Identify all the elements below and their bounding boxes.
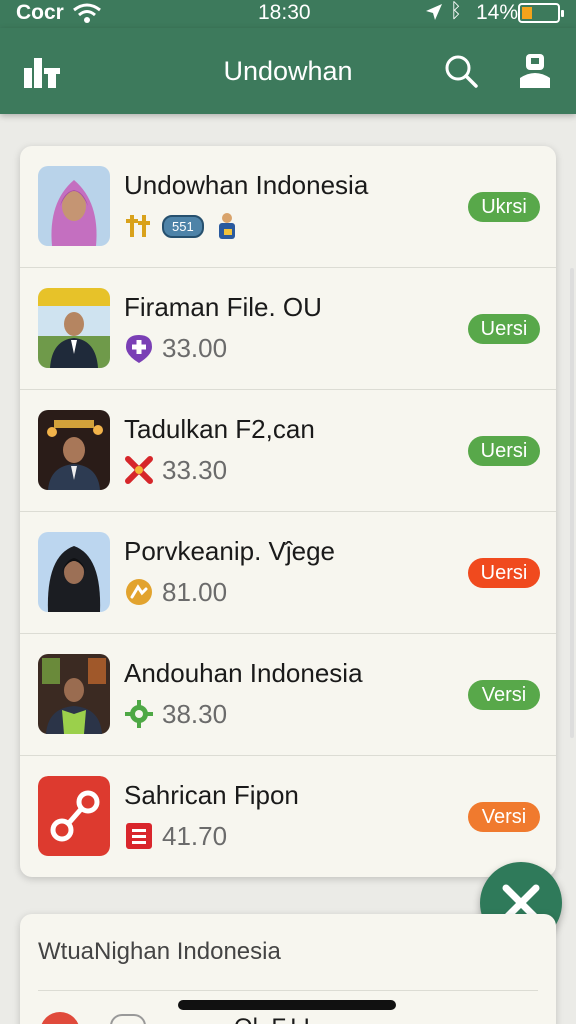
item-value: 41.70 <box>162 820 228 851</box>
person-icon <box>218 213 235 239</box>
avatar <box>38 166 110 246</box>
list-item[interactable]: Sahrican Fipon 41.70 Versi <box>20 756 556 877</box>
battery-icon <box>518 3 564 23</box>
profile-icon[interactable] <box>516 50 554 90</box>
item-meta: 81.00 <box>124 576 227 608</box>
item-title: Undowhan Indonesia <box>124 170 369 200</box>
battery-percent: 14% <box>476 1 519 24</box>
avatar <box>38 288 110 368</box>
app-icon <box>38 776 110 856</box>
meta-tag: 551 <box>162 214 204 238</box>
app-list-card: Undowhan Indonesia 551 Ukrsi Firaman Fil… <box>20 146 556 877</box>
home-indicator[interactable] <box>178 1000 396 1010</box>
item-title: Porvkeanip. Vĵege <box>124 536 336 566</box>
list-item[interactable]: Tadulkan F2,can 33.30 Uersi <box>20 390 556 512</box>
list-item[interactable]: Andouhan Indonesia 38.30 Versi <box>20 634 556 756</box>
cross-icon <box>125 456 153 484</box>
flag-icon <box>40 1012 80 1024</box>
location-icon <box>426 4 442 20</box>
plus-pin-icon <box>126 335 152 363</box>
version-badge[interactable]: Versi <box>468 680 540 710</box>
search-icon[interactable] <box>442 52 480 90</box>
item-title: Andouhan Indonesia <box>124 658 363 688</box>
avatar <box>38 410 110 490</box>
avatar <box>38 532 110 612</box>
secondary-card-title: WtuaNighan Indonesia <box>38 938 281 965</box>
divider <box>38 990 538 991</box>
clock: 18:30 <box>258 1 311 24</box>
item-meta: 38.30 <box>124 698 227 730</box>
item-title: Tadulkan F2,can <box>124 414 315 444</box>
version-badge[interactable]: Ukrsi <box>468 192 540 222</box>
avatar <box>38 654 110 734</box>
item-meta: 33.00 <box>124 332 227 364</box>
app-title: Undowhan <box>223 56 353 86</box>
item-title: Sahrican Fipon <box>124 780 299 810</box>
item-meta: 33.30 <box>124 454 227 486</box>
item-value: 81.00 <box>162 576 228 607</box>
version-badge[interactable]: Versi <box>468 802 540 832</box>
carrier-label: Cocr <box>16 1 64 24</box>
wifi-icon <box>73 3 101 23</box>
heart-icon[interactable] <box>110 1014 146 1024</box>
item-value: 33.30 <box>162 454 228 485</box>
status-bar: Cocr 18:30 ᛒ 14% <box>0 0 576 28</box>
battery-fill <box>522 7 532 19</box>
tools-icon <box>126 215 150 237</box>
item-title: Firaman File. OU <box>124 292 322 322</box>
document-icon <box>126 823 152 849</box>
item-value: 33.00 <box>162 332 228 363</box>
coin-icon <box>126 579 152 605</box>
version-badge[interactable]: Uersi <box>468 436 540 466</box>
list-item[interactable]: Porvkeanip. Vĵege 81.00 Uersi <box>20 512 556 634</box>
version-badge[interactable]: Uersi <box>468 558 540 588</box>
gear-icon <box>125 700 153 728</box>
app-bar: Undowhan <box>0 28 576 114</box>
list-item[interactable]: Firaman File. OU 33.00 Uersi <box>20 268 556 390</box>
secondary-card-text: Ol. F.I.I. <box>234 1014 317 1024</box>
item-meta: 41.70 <box>124 820 227 852</box>
bluetooth-icon: ᛒ <box>450 0 462 22</box>
scroll-indicator[interactable] <box>570 268 574 738</box>
item-value: 38.30 <box>162 698 228 729</box>
item-meta: 551 <box>124 210 242 242</box>
version-badge[interactable]: Uersi <box>468 314 540 344</box>
list-item[interactable]: Undowhan Indonesia 551 Ukrsi <box>20 146 556 268</box>
